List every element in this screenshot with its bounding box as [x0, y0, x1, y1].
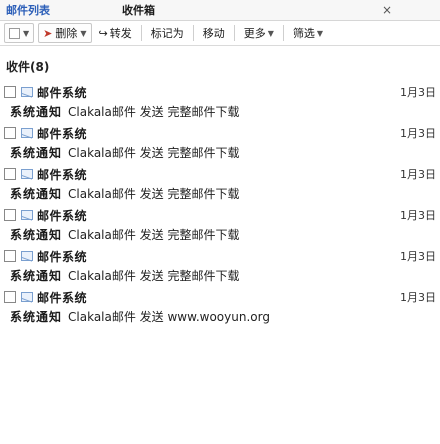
chevron-down-icon: ▼: [23, 28, 30, 38]
message-date: 1月3日: [400, 209, 436, 222]
delete-button[interactable]: ➤ 删除 ▼: [38, 23, 92, 43]
message-body-line: 系统通知 Clakala邮件 发送 完整邮件下载: [10, 144, 436, 161]
message-sender: 邮件系统: [37, 167, 88, 182]
message-sender: 邮件系统: [37, 126, 88, 141]
message-row[interactable]: 邮件系统 1月3日 系统通知 Clakala邮件 发送 完整邮件下载: [0, 245, 440, 286]
tab-mail-list[interactable]: 邮件列表: [0, 2, 56, 18]
message-row[interactable]: 邮件系统 1月3日 系统通知 Clakala邮件 发送 完整邮件下载: [0, 204, 440, 245]
message-row[interactable]: 邮件系统 1月3日 系统通知 Clakala邮件 发送 www.wooyun.o…: [0, 286, 440, 327]
message-date: 1月3日: [400, 86, 436, 99]
folder-title: 收件(8): [6, 60, 50, 74]
message-date: 1月3日: [400, 250, 436, 263]
message-preview: Clakala邮件 发送 完整邮件下载: [68, 105, 240, 119]
message-preview: Clakala邮件 发送 www.wooyun.org: [68, 310, 270, 324]
envelope-icon: [21, 210, 33, 220]
move-button[interactable]: 移动: [200, 25, 228, 41]
message-subject: 系统通知: [10, 269, 63, 283]
envelope-icon: [21, 87, 33, 97]
message-header: 邮件系统 1月3日: [4, 288, 436, 306]
message-sender: 邮件系统: [37, 208, 88, 223]
message-row[interactable]: 邮件系统 1月3日 系统通知 Clakala邮件 发送 完整邮件下载: [0, 81, 440, 122]
toolbar-divider: [140, 25, 142, 41]
toolbar-divider: [282, 25, 284, 41]
message-sender: 邮件系统: [37, 249, 88, 264]
message-preview: Clakala邮件 发送 完整邮件下载: [68, 146, 240, 160]
message-body-line: 系统通知 Clakala邮件 发送 完整邮件下载: [10, 267, 436, 284]
message-body-line: 系统通知 Clakala邮件 发送 完整邮件下载: [10, 103, 436, 120]
message-list: 邮件系统 1月3日 系统通知 Clakala邮件 发送 完整邮件下载 邮件系统 …: [0, 81, 440, 327]
tab-bar: 邮件列表 收件箱 ×: [0, 0, 440, 21]
chevron-down-icon: ▼: [80, 28, 87, 38]
forward-label: 转发: [109, 27, 132, 40]
message-sender: 邮件系统: [37, 290, 88, 305]
message-header: 邮件系统 1月3日: [4, 206, 436, 224]
message-subject: 系统通知: [10, 146, 63, 160]
message-date: 1月3日: [400, 127, 436, 140]
toolbar-divider: [233, 25, 235, 41]
message-body-line: 系统通知 Clakala邮件 发送 完整邮件下载: [10, 226, 436, 243]
filter-dropdown[interactable]: 筛选 ▼: [290, 25, 326, 41]
message-header: 邮件系统 1月3日: [4, 83, 436, 101]
message-date: 1月3日: [400, 168, 436, 181]
envelope-icon: [21, 292, 33, 302]
message-date: 1月3日: [400, 291, 436, 304]
message-row[interactable]: 邮件系统 1月3日 系统通知 Clakala邮件 发送 完整邮件下载: [0, 122, 440, 163]
message-preview: Clakala邮件 发送 完整邮件下载: [68, 228, 240, 242]
message-checkbox[interactable]: [4, 168, 16, 180]
filter-label: 筛选: [292, 27, 315, 40]
close-icon[interactable]: ×: [382, 3, 392, 17]
message-subject: 系统通知: [10, 187, 63, 201]
chevron-down-icon: ▼: [316, 28, 324, 38]
message-header: 邮件系统 1月3日: [4, 165, 436, 183]
envelope-icon: [21, 128, 33, 138]
mark-button[interactable]: 标记为: [148, 25, 187, 41]
forward-button[interactable]: ↪ 转发: [96, 25, 135, 41]
message-preview: Clakala邮件 发送 完整邮件下载: [68, 187, 240, 201]
message-body-line: 系统通知 Clakala邮件 发送 完整邮件下载: [10, 185, 436, 202]
envelope-icon: [21, 169, 33, 179]
message-header: 邮件系统 1月3日: [4, 124, 436, 142]
message-checkbox[interactable]: [4, 250, 16, 262]
chevron-down-icon: ▼: [267, 28, 274, 38]
message-preview: Clakala邮件 发送 完整邮件下载: [68, 269, 240, 283]
message-row[interactable]: 邮件系统 1月3日 系统通知 Clakala邮件 发送 完整邮件下载: [0, 163, 440, 204]
delete-icon: ➤: [43, 26, 53, 40]
checkbox-icon: [9, 27, 20, 39]
envelope-icon: [21, 251, 33, 261]
message-subject: 系统通知: [10, 310, 63, 324]
message-subject: 系统通知: [10, 228, 63, 242]
tab-inbox[interactable]: 收件箱: [116, 2, 161, 18]
message-checkbox[interactable]: [4, 209, 16, 221]
toolbar-divider: [192, 25, 194, 41]
message-checkbox[interactable]: [4, 291, 16, 303]
message-checkbox[interactable]: [4, 86, 16, 98]
more-dropdown[interactable]: 更多 ▼: [241, 25, 277, 41]
message-sender: 邮件系统: [37, 85, 88, 100]
message-checkbox[interactable]: [4, 127, 16, 139]
toolbar: ▼ ➤ 删除 ▼ ↪ 转发 标记为 移动 更多 ▼ 筛选 ▼: [0, 21, 440, 46]
message-body-line: 系统通知 Clakala邮件 发送 www.wooyun.org: [10, 308, 436, 325]
more-label: 更多: [243, 27, 266, 40]
select-all-dropdown[interactable]: ▼: [4, 23, 35, 43]
message-header: 邮件系统 1月3日: [4, 247, 436, 265]
forward-icon: ↪: [98, 26, 108, 40]
delete-label: 删除: [55, 27, 78, 40]
message-subject: 系统通知: [10, 105, 63, 119]
